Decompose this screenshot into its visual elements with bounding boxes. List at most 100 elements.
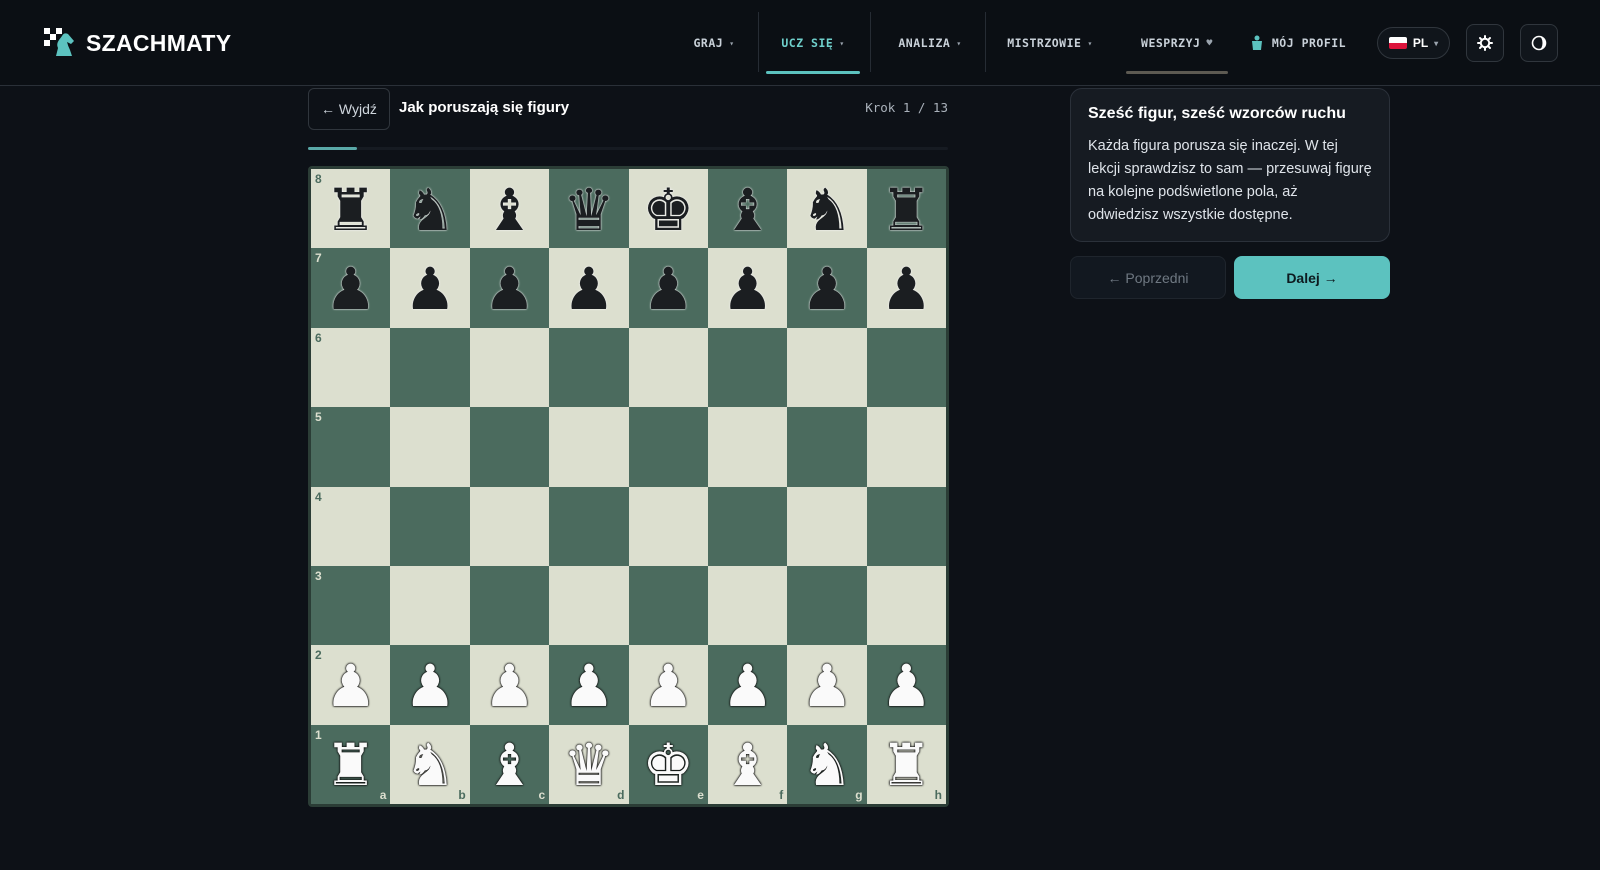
board-square[interactable] [390, 565, 470, 646]
board-square[interactable]: ♟ [866, 645, 946, 725]
black-king-icon[interactable]: ♚ [642, 181, 694, 239]
white-knight-icon[interactable]: ♞ [404, 736, 456, 794]
board-square[interactable] [549, 407, 629, 487]
board-square[interactable]: ♟ [469, 248, 550, 328]
board-square[interactable] [628, 486, 708, 566]
board-square[interactable] [628, 407, 708, 487]
black-bishop-icon[interactable]: ♝ [722, 181, 774, 239]
nav-graj[interactable]: GRAJ ▾ [676, 0, 752, 86]
board-square[interactable] [787, 407, 867, 487]
white-pawn-icon[interactable]: ♟ [642, 657, 694, 715]
nav-analiza[interactable]: ANALIZA ▾ [880, 0, 980, 86]
board-square[interactable]: ♟ [628, 248, 708, 328]
black-pawn-icon[interactable]: ♟ [642, 260, 694, 318]
board-square[interactable] [469, 486, 550, 566]
board-square[interactable] [787, 327, 867, 408]
board-square[interactable] [707, 327, 788, 408]
black-pawn-icon[interactable]: ♟ [483, 260, 535, 318]
board-square[interactable]: 7 ♟ [311, 248, 391, 328]
next-button[interactable]: Dalej → [1234, 256, 1390, 299]
white-pawn-icon[interactable]: ♟ [722, 657, 774, 715]
board-square[interactable] [787, 486, 867, 566]
board-square[interactable]: f ♝ [707, 724, 788, 804]
board-square[interactable]: ♟ [707, 645, 788, 725]
black-pawn-icon[interactable]: ♟ [325, 260, 377, 318]
black-rook-icon[interactable]: ♜ [325, 181, 377, 239]
nav-mistrzowie[interactable]: MISTRZOWIE ▾ [994, 0, 1106, 86]
board-square[interactable] [787, 565, 867, 646]
board-square[interactable]: g ♞ [787, 724, 867, 804]
board-square[interactable]: ♟ [390, 645, 470, 725]
board-square[interactable]: 5 [311, 407, 391, 487]
board-square[interactable] [549, 327, 629, 408]
board-square[interactable] [866, 407, 946, 487]
white-pawn-icon[interactable]: ♟ [483, 657, 535, 715]
board-square[interactable] [469, 327, 550, 408]
board-square[interactable]: ♟ [787, 248, 867, 328]
board-square[interactable]: 3 [311, 565, 391, 646]
brand-logo[interactable]: SZACHMATY [44, 28, 231, 58]
board-square[interactable] [390, 407, 470, 487]
white-bishop-icon[interactable]: ♝ [483, 736, 535, 794]
nav-wesprzyj[interactable]: WESPRZYJ ♥ [1126, 0, 1228, 86]
exit-button[interactable]: ← Wyjdź [308, 88, 390, 130]
board-square[interactable]: ♟ [469, 645, 550, 725]
board-square[interactable]: ♞ [787, 169, 867, 249]
board-square[interactable] [469, 565, 550, 646]
board-square[interactable] [469, 407, 550, 487]
board-square[interactable]: ♟ [549, 248, 629, 328]
board-square[interactable] [628, 327, 708, 408]
black-knight-icon[interactable]: ♞ [404, 181, 456, 239]
white-pawn-icon[interactable]: ♟ [325, 657, 377, 715]
board-square[interactable] [707, 486, 788, 566]
board-square[interactable] [549, 486, 629, 566]
board-square[interactable]: ♝ [707, 169, 788, 249]
board-square[interactable]: ♛ [549, 169, 629, 249]
board-square[interactable] [866, 565, 946, 646]
black-pawn-icon[interactable]: ♟ [880, 260, 932, 318]
theme-toggle-button[interactable] [1520, 24, 1558, 62]
white-knight-icon[interactable]: ♞ [801, 736, 853, 794]
white-queen-icon[interactable]: ♛ [563, 736, 615, 794]
nav-profile[interactable]: MÓJ PROFIL [1246, 0, 1350, 86]
white-pawn-icon[interactable]: ♟ [880, 657, 932, 715]
board-square[interactable]: ♝ [469, 169, 550, 249]
black-pawn-icon[interactable]: ♟ [563, 260, 615, 318]
board-square[interactable]: ♟ [628, 645, 708, 725]
board-square[interactable] [707, 407, 788, 487]
board-square[interactable] [866, 486, 946, 566]
black-pawn-icon[interactable]: ♟ [404, 260, 456, 318]
board-square[interactable] [707, 565, 788, 646]
board-square[interactable] [390, 327, 470, 408]
board-square[interactable]: 6 [311, 327, 391, 408]
black-pawn-icon[interactable]: ♟ [801, 260, 853, 318]
board-square[interactable]: ♟ [390, 248, 470, 328]
black-pawn-icon[interactable]: ♟ [722, 260, 774, 318]
board-square[interactable]: b ♞ [390, 724, 470, 804]
board-square[interactable]: 8 ♜ [311, 169, 391, 249]
board-square[interactable]: 2 ♟ [311, 645, 391, 725]
board-square[interactable]: ♟ [707, 248, 788, 328]
board-square[interactable]: c ♝ [469, 724, 550, 804]
board-square[interactable]: ♟ [866, 248, 946, 328]
board-square[interactable] [628, 565, 708, 646]
board-square[interactable]: d ♛ [549, 724, 629, 804]
board-square[interactable] [549, 565, 629, 646]
board-square[interactable]: ♚ [628, 169, 708, 249]
black-queen-icon[interactable]: ♛ [563, 181, 615, 239]
board-square[interactable] [866, 327, 946, 408]
black-knight-icon[interactable]: ♞ [801, 181, 853, 239]
black-rook-icon[interactable]: ♜ [880, 181, 932, 239]
board-square[interactable]: ♞ [390, 169, 470, 249]
language-selector[interactable]: PL ▾ [1377, 27, 1450, 59]
board-square[interactable]: h ♜ [866, 724, 946, 804]
board-square[interactable]: ♟ [787, 645, 867, 725]
board-square[interactable] [390, 486, 470, 566]
white-pawn-icon[interactable]: ♟ [801, 657, 853, 715]
white-king-icon[interactable]: ♚ [642, 736, 694, 794]
black-bishop-icon[interactable]: ♝ [483, 181, 535, 239]
white-rook-icon[interactable]: ♜ [880, 736, 932, 794]
white-pawn-icon[interactable]: ♟ [563, 657, 615, 715]
board-square[interactable]: ♟ [549, 645, 629, 725]
board-square[interactable]: 1 a ♜ [311, 724, 391, 804]
